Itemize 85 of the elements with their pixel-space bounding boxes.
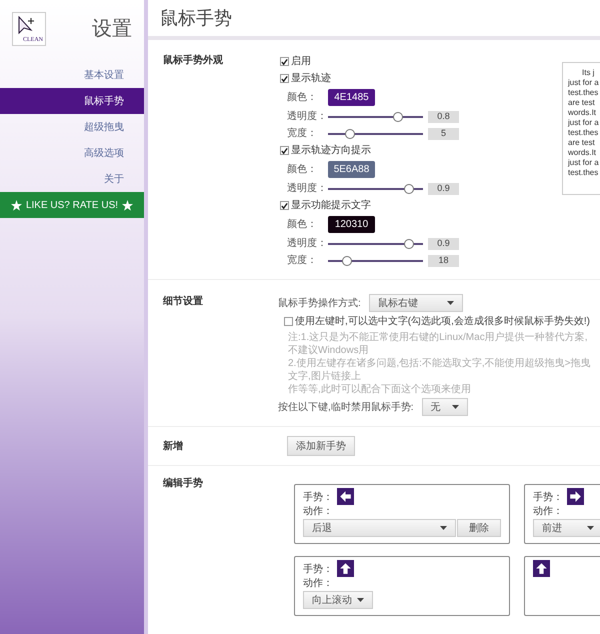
preview-text: words.It xyxy=(568,148,598,158)
preview-text: test.thes xyxy=(568,168,600,178)
field-label: 颜色： xyxy=(287,218,318,232)
key-select[interactable]: 无 xyxy=(422,398,468,416)
action-select[interactable]: 向上滚动 xyxy=(303,591,373,609)
field-label: 动作： xyxy=(303,505,334,519)
value-field: 0.9 xyxy=(428,182,459,194)
sidebar-item[interactable]: 鼠标手势 xyxy=(0,88,144,114)
arrow-icon xyxy=(533,560,550,577)
action-select[interactable]: 后退 xyxy=(303,519,456,537)
sidebar-item[interactable]: 关于 xyxy=(0,166,144,192)
note-text: 注:1.这只是为不能正常使用右键的Linux/Mac用户提供一种替代方案,不建议Windows用 xyxy=(288,331,588,357)
note-text: 2.使用左键存在诸多问题,包括:不能选取文字,不能使用超级拖曳>拖曳文字,图片链接上 xyxy=(288,357,592,383)
color-swatch[interactable]: 120310 xyxy=(328,216,375,233)
mode-select[interactable]: 鼠标右键 xyxy=(368,294,463,312)
field-label: 透明度： xyxy=(287,110,328,124)
caret-icon xyxy=(440,526,448,530)
rate-text: LIKE US? RATE US! xyxy=(26,198,118,212)
checkbox-label: 启用 xyxy=(291,54,311,69)
add-gesture-button[interactable]: 添加新手势 xyxy=(287,436,355,456)
section-label: 细节设置 xyxy=(163,294,204,309)
delete-button[interactable]: 删除 xyxy=(457,519,501,537)
checkbox-label: 显示轨迹方向提示 xyxy=(291,144,371,158)
sidebar-item[interactable]: 基本设置 xyxy=(0,62,144,88)
arrow-icon xyxy=(567,488,584,505)
checkbox[interactable] xyxy=(280,74,289,83)
section-label: 新增 xyxy=(163,439,184,454)
arrow-icon xyxy=(337,488,354,505)
sidebar-item[interactable]: 超级拖曳 xyxy=(0,114,144,140)
section-label: 鼠标手势外观 xyxy=(163,54,224,68)
caret-icon xyxy=(587,526,594,530)
slider-thumb[interactable] xyxy=(342,256,352,266)
checkbox-label: 显示功能提示文字 xyxy=(291,198,371,213)
field-label: 手势： xyxy=(303,562,333,577)
field-label: 动作： xyxy=(533,505,564,519)
page-title: 鼠标手势 xyxy=(160,6,232,30)
section-label: 编辑手势 xyxy=(163,476,204,491)
field-label: 手势： xyxy=(533,490,563,505)
preview-text: just for a xyxy=(568,78,600,88)
sidebar-item[interactable]: 高级选项 xyxy=(0,140,144,166)
field-label: 颜色： xyxy=(287,90,318,105)
preview-text: test.thes xyxy=(568,88,600,98)
value-field: 5 xyxy=(428,128,459,140)
preview-text: words.It xyxy=(568,108,598,118)
field-label: 手势： xyxy=(303,490,333,505)
slider-thumb[interactable] xyxy=(404,238,414,248)
sidebar-title: 设置 xyxy=(92,17,132,42)
action-select[interactable]: 前进 xyxy=(533,519,600,537)
rate-banner[interactable]: LIKE US? RATE US! xyxy=(0,192,144,218)
preview-text: just for a xyxy=(568,158,600,168)
star-icon xyxy=(122,200,134,210)
checkbox[interactable] xyxy=(284,317,293,326)
note-text: 作等等,此时可以配合下面这个选项来使用 xyxy=(288,383,472,396)
value-field: 0.9 xyxy=(428,238,459,250)
slider-thumb[interactable] xyxy=(393,112,404,122)
star-icon xyxy=(10,200,22,210)
caret-icon xyxy=(452,405,459,409)
checkbox[interactable] xyxy=(280,146,289,155)
slider-thumb[interactable] xyxy=(404,184,414,194)
color-swatch[interactable]: 4E1485 xyxy=(328,89,375,106)
field-label: 透明度： xyxy=(287,182,328,196)
caret-icon xyxy=(357,598,364,602)
value-field: 0.8 xyxy=(428,110,459,122)
preview-text: test.thes xyxy=(568,128,600,138)
checkbox[interactable] xyxy=(280,57,289,66)
checkbox[interactable] xyxy=(280,201,289,210)
color-swatch[interactable]: 5E6A88 xyxy=(328,161,375,178)
checkbox-label: 使用左键时,可以选中文字(勾选此项,会造成很多时候鼠标手势失效!) xyxy=(295,314,590,329)
caret-icon xyxy=(446,301,454,305)
field-label: 动作： xyxy=(303,577,334,591)
field-label: 宽度： xyxy=(287,126,318,141)
preview-text: are test xyxy=(568,98,596,108)
field-label: 鼠标手势操作方式: xyxy=(278,296,361,310)
value-field: 18 xyxy=(428,254,459,266)
slider-thumb[interactable] xyxy=(344,128,355,138)
checkbox-label: 显示轨迹 xyxy=(291,72,331,86)
preview-text: Its j xyxy=(581,68,596,78)
preview-text: are test xyxy=(568,138,596,148)
field-label: 按住以下键,临时禁用鼠标手势: xyxy=(278,400,414,414)
field-label: 透明度： xyxy=(287,236,328,251)
preview-text: just for a xyxy=(568,118,600,128)
field-label: 颜色： xyxy=(287,162,318,177)
arrow-icon xyxy=(337,560,354,577)
field-label: 宽度： xyxy=(287,254,318,268)
cursor-icon xyxy=(17,16,37,36)
